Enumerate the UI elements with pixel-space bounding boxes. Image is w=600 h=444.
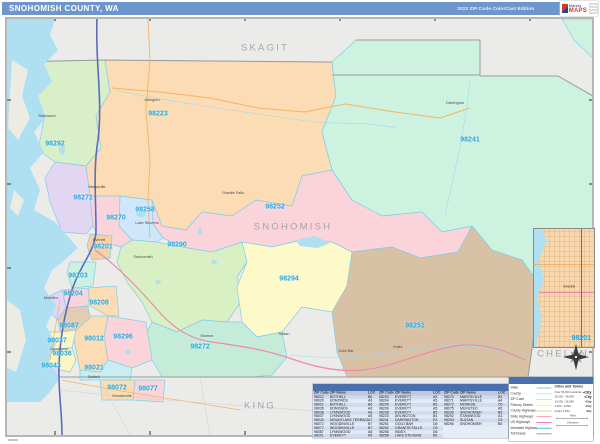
zip-index-row-98258: 98258 LAKE STEVENS B5 [378,434,443,438]
zip-index-group-2: ZIP Code ZIP Name LOC 98203 EVERETT A5 98204 EV… [378,391,443,438]
legend-title-bar: Map Legend [509,377,593,384]
zip-index-group-1: ZIP Code ZIP Name LOC 98012 BOTHELL B6 98020 ED… [313,391,378,438]
zip-index-group-3: ZIP Code ZIP Name LOC 98270 MARYSVILLE B4 9827… [443,391,508,438]
inset-us-highway [538,291,594,293]
compass-rose-icon [563,344,589,370]
inset-interstate [580,229,583,347]
scale-bar-kilometers: Kilometers [555,422,592,428]
inset-county-highway [534,264,594,266]
legend-symbols: State County ZIP Code Primary Streets County… [509,384,555,437]
legend-city-row: Under 2,500 •City [554,409,592,413]
legend-body: State County ZIP Code Primary Streets County… [509,384,593,437]
scale-km-label: Kilometers [567,421,579,424]
inset-city-label: Everett [563,285,575,289]
zip-index-body: ZIP Code ZIP Name LOC 98012 BOTHELL B6 98020 ED… [313,391,508,438]
inset-zip-label: 98201 [571,335,591,342]
scale-miles-label: Miles [570,414,576,417]
inset-map-everett[interactable]: Everett 98201 [533,228,595,348]
zip-index-title-bar: ZIP Code Index/Grid Locator [313,384,508,391]
zip-index-row-98201: 98201 EVERETT A5 [313,434,378,438]
legend-cities-rows: Over 50,000 residents •City 25,000 - 49,99… [555,390,592,414]
scale-bar-miles: Miles [555,415,592,421]
legend-item: Toll Roads [511,431,555,437]
map-page: SNOHOMISH COUNTY, WA 2022 ZIP Code Color… [0,0,600,444]
zip-index-table: ZIP Code Index/Grid Locator ZIP CodeZIP … [313,384,508,438]
copyright-mark [8,439,18,441]
map-legend: Map Legend StateCountyZIP CodePrimary St… [509,377,593,441]
inset-water [534,229,547,347]
zip-index-row-98296: 98296 SNOHOMISH B6 [443,422,508,427]
legend-cities: Cities and Towns Over 50,000 residents •C… [555,384,593,437]
